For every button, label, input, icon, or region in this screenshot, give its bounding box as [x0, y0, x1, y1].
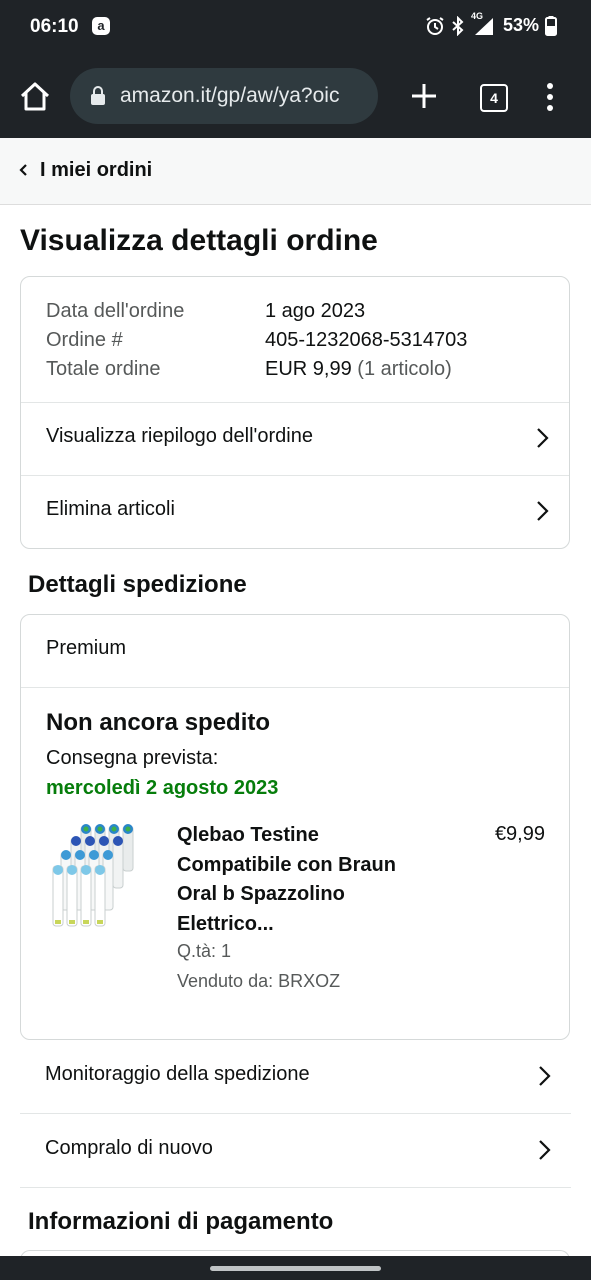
order-total-label: Totale ordine: [46, 358, 161, 380]
bluetooth-icon: [452, 15, 464, 36]
order-total-row: Totale ordine EUR 9,99 (1 articolo): [46, 355, 467, 384]
status-time: 06:10: [30, 16, 79, 37]
delete-items-label: Elimina articoli: [46, 498, 175, 520]
battery-percentage: 53%: [502, 15, 539, 35]
divider: [21, 687, 569, 688]
order-number-label: Ordine #: [46, 329, 123, 351]
more-vert-icon: [547, 83, 553, 111]
breadcrumb[interactable]: I miei ordini: [0, 138, 591, 205]
order-info: Data dell'ordine 1 ago 2023 Ordine # 405…: [46, 297, 467, 384]
status-bar: 06:10 a 4G 53%: [0, 0, 591, 54]
order-number-row: Ordine # 405-1232068-5314703: [46, 326, 467, 355]
shipment-status: Non ancora spedito: [46, 709, 271, 736]
page-title: Visualizza dettagli ordine: [20, 224, 378, 257]
payment-heading: Informazioni di pagamento: [28, 1208, 334, 1235]
delete-items-link[interactable]: Elimina articoli: [21, 475, 569, 548]
browser-toolbar: amazon.it/gp/aw/ya?oic 4: [0, 54, 591, 138]
product-price: €9,99: [494, 823, 545, 845]
product-image[interactable]: [51, 820, 149, 930]
gesture-handle[interactable]: [210, 1266, 381, 1271]
system-nav-bar: [0, 1256, 591, 1280]
home-icon: [20, 82, 50, 111]
home-button[interactable]: [16, 78, 54, 116]
status-indicators: 4G 53%: [425, 11, 557, 36]
breadcrumb-label: I miei ordini: [40, 159, 153, 181]
chevron-right-icon: [539, 1066, 551, 1086]
product-quantity: Q.tà: 1: [177, 941, 232, 961]
order-total-value: EUR 9,99 (1 articolo): [265, 355, 452, 384]
track-shipment-row[interactable]: Monitoraggio della spedizione: [20, 1040, 571, 1114]
lock-icon: [91, 86, 105, 105]
order-date-row: Data dell'ordine 1 ago 2023: [46, 297, 467, 326]
alarm-icon: [426, 16, 444, 35]
shipping-card: Premium Non ancora spedito Consegna prev…: [20, 614, 570, 1040]
order-date-value: 1 ago 2023: [265, 300, 366, 322]
delivery-label: Consegna prevista:: [46, 747, 219, 769]
chevron-right-icon: [537, 501, 549, 521]
order-item-count: (1 articolo): [357, 358, 452, 380]
product-title-link[interactable]: Qlebao Testine Compatibile con Braun Ora…: [177, 821, 427, 939]
network-type-label: 4G: [470, 10, 483, 21]
shipping-type: Premium: [46, 637, 127, 659]
order-date-label: Data dell'ordine: [46, 300, 185, 322]
track-shipment-label: Monitoraggio della spedizione: [45, 1063, 310, 1085]
notification-app-icon: a: [92, 17, 110, 35]
buy-again-label: Compralo di nuovo: [45, 1137, 213, 1159]
buy-again-row[interactable]: Compralo di nuovo: [20, 1114, 571, 1188]
order-total-amount: EUR 9,99: [265, 358, 352, 380]
shipping-heading: Dettagli spedizione: [28, 571, 247, 598]
new-tab-button[interactable]: [408, 80, 440, 112]
delivery-date: mercoledì 2 agosto 2023: [46, 777, 279, 799]
product-seller: Venduto da: BRXOZ: [177, 971, 341, 991]
view-order-summary-label: Visualizza riepilogo dell'ordine: [46, 425, 313, 447]
url-text: amazon.it/gp/aw/ya?oic: [120, 84, 340, 107]
chevron-right-icon: [539, 1140, 551, 1160]
battery-icon: [545, 15, 557, 36]
chevron-right-icon: [537, 428, 549, 448]
toothbrush-heads-illustration: [52, 824, 134, 927]
plus-icon: [412, 84, 436, 108]
order-number-value: 405-1232068-5314703: [265, 329, 468, 351]
order-summary-card: Data dell'ordine 1 ago 2023 Ordine # 405…: [20, 276, 570, 549]
chevron-left-icon: [19, 164, 27, 176]
signal-icon: 4G: [471, 11, 497, 36]
menu-button[interactable]: [540, 82, 560, 112]
view-order-summary-link[interactable]: Visualizza riepilogo dell'ordine: [21, 402, 569, 475]
tab-switcher-button[interactable]: 4: [480, 84, 508, 112]
url-bar[interactable]: amazon.it/gp/aw/ya?oic: [70, 68, 378, 124]
